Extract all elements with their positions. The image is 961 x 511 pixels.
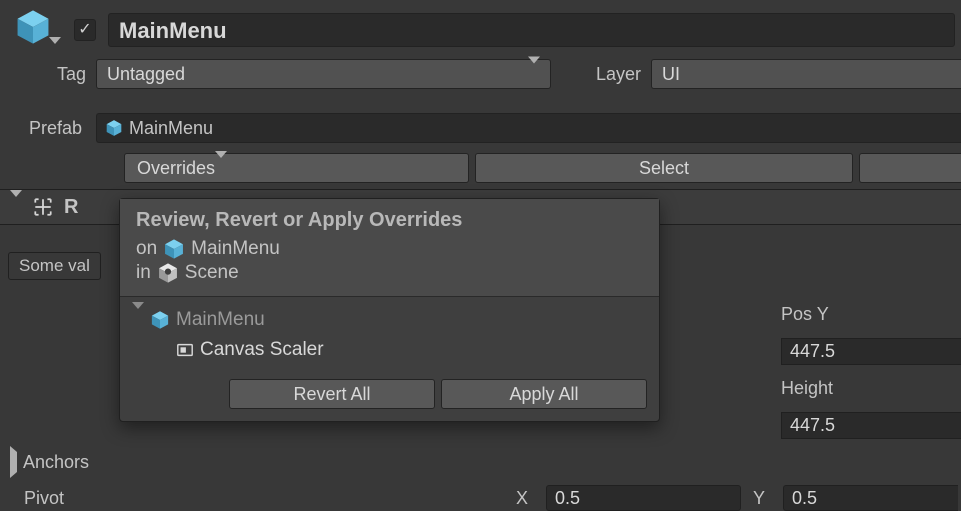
layer-dropdown[interactable]: UI (651, 59, 961, 89)
overrides-label: Overrides (137, 158, 215, 179)
pivot-x-label: X (516, 488, 534, 509)
pivot-y-input[interactable]: 0.5 (783, 485, 958, 511)
layer-value: UI (662, 64, 680, 85)
header-dropdown-icon[interactable] (49, 44, 61, 65)
tree-child-label: Canvas Scaler (200, 339, 324, 361)
pos-y-input[interactable]: 447.5 (781, 338, 961, 365)
revert-all-label: Revert All (293, 384, 370, 405)
popup-in-target: Scene (185, 262, 239, 284)
component-title: R (64, 196, 78, 219)
overrides-popup: Review, Revert or Apply Overrides on Mai… (119, 198, 660, 422)
tag-label: Tag (30, 64, 86, 85)
some-values-box: Some val (8, 252, 101, 280)
prefab-cube-icon (163, 238, 185, 260)
open-button[interactable] (859, 153, 961, 183)
popup-on-label: on (136, 238, 157, 260)
component-foldout-icon[interactable] (10, 197, 22, 218)
height-input[interactable]: 447.5 (781, 412, 961, 439)
canvas-scaler-icon (176, 341, 194, 359)
tag-value: Untagged (107, 64, 185, 85)
unity-scene-icon (157, 262, 179, 284)
tree-foldout-icon[interactable] (132, 309, 144, 331)
height-label: Height (781, 378, 833, 399)
layer-label: Layer (551, 64, 641, 85)
rect-transform-icon (32, 196, 54, 218)
anchors-label: Anchors (23, 452, 89, 473)
active-checkbox[interactable]: ✓ (74, 19, 96, 41)
apply-all-label: Apply All (509, 384, 578, 405)
popup-title: Review, Revert or Apply Overrides (136, 209, 643, 232)
anchors-foldout-icon[interactable] (10, 452, 17, 473)
prefab-cube-icon (150, 310, 170, 330)
gameobject-name-input[interactable]: MainMenu (108, 13, 955, 47)
popup-in-label: in (136, 262, 151, 284)
popup-on-target: MainMenu (191, 238, 280, 260)
chevron-down-icon (528, 64, 540, 85)
prefab-cube-icon (105, 119, 123, 137)
chevron-down-icon (215, 158, 227, 179)
tag-dropdown[interactable]: Untagged (96, 59, 551, 89)
select-label: Select (639, 158, 689, 179)
checkmark-icon: ✓ (78, 22, 91, 38)
pivot-label: Pivot (24, 488, 504, 509)
select-button[interactable]: Select (475, 153, 853, 183)
override-tree-root[interactable]: MainMenu (132, 305, 647, 335)
revert-all-button[interactable]: Revert All (229, 379, 435, 409)
overrides-dropdown[interactable]: Overrides (124, 153, 469, 183)
pivot-y-label: Y (753, 488, 771, 509)
prefab-name: MainMenu (129, 118, 213, 139)
tree-root-label: MainMenu (176, 309, 265, 331)
apply-all-button[interactable]: Apply All (441, 379, 647, 409)
pos-y-label: Pos Y (781, 304, 829, 325)
pivot-x-input[interactable]: 0.5 (546, 485, 741, 511)
prefab-label: Prefab (0, 118, 82, 139)
override-tree-child[interactable]: Canvas Scaler (132, 335, 647, 365)
prefab-asset-field[interactable]: MainMenu (96, 113, 961, 143)
